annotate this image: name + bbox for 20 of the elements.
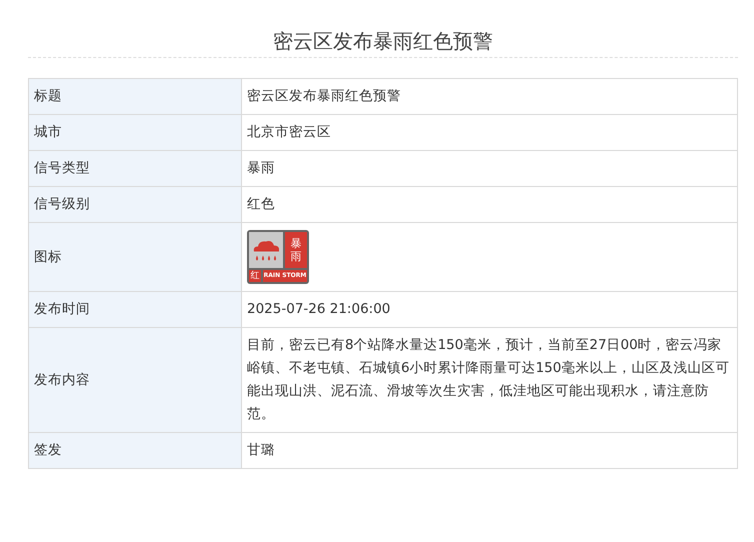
field-value: 北京市密云区 <box>242 114 738 150</box>
field-value: 2025-07-26 21:06:00 <box>242 292 738 328</box>
field-label: 发布内容 <box>28 328 242 432</box>
field-value: 密云区发布暴雨红色预警 <box>242 78 738 114</box>
page-title: 密云区发布暴雨红色预警 <box>273 28 493 55</box>
level-glyph: 红 <box>249 270 261 282</box>
field-value: 甘璐 <box>242 432 738 468</box>
field-label: 发布时间 <box>28 292 242 328</box>
field-label: 信号级别 <box>28 186 242 222</box>
field-label: 标题 <box>28 78 242 114</box>
field-value: 暴雨 <box>242 150 738 186</box>
field-label: 信号类型 <box>28 150 242 186</box>
field-label: 图标 <box>28 222 242 292</box>
field-label: 签发 <box>28 432 242 468</box>
field-value: 目前，密云已有8个站降水量达150毫米，预计，当前至27日00时，密云冯家峪镇、不老屯镇、石城镇6小时累计降雨量可达150毫米以上，山区及浅山区可能出现山洪、泥石流、滑坡等次生灾害，低洼地区可能出现积水，请注意防范。 <box>242 328 738 432</box>
sign-glyph: 雨 <box>290 250 302 263</box>
sign-glyph: 暴 <box>290 237 302 250</box>
rain-cloud-icon <box>253 240 279 260</box>
field-value: 红色 <box>242 186 738 222</box>
field-label: 城市 <box>28 114 242 150</box>
